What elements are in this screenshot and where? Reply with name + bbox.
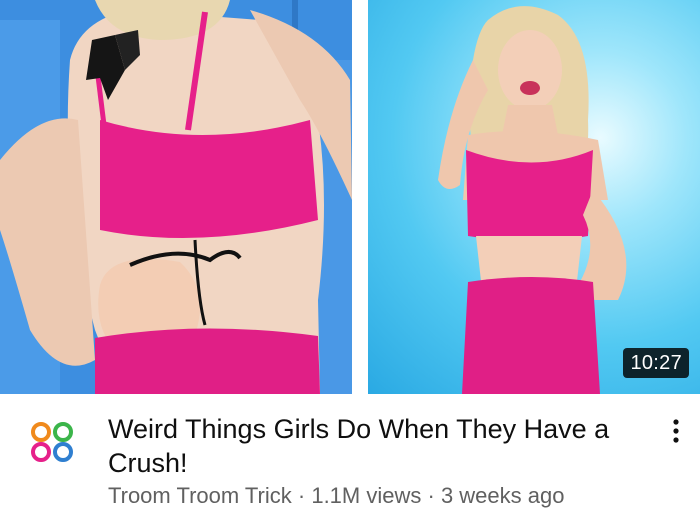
view-count: 1.1M views (311, 483, 422, 508)
video-title[interactable]: Weird Things Girls Do When They Have a C… (108, 412, 638, 480)
channel-name[interactable]: Troom Troom Trick (108, 483, 292, 508)
channel-logo-icon[interactable] (30, 422, 76, 462)
video-thumbnail[interactable]: 10:27 (0, 0, 700, 394)
more-vert-icon[interactable] (664, 416, 688, 446)
video-card[interactable]: 10:27 Weird Things Girls Do When They Ha… (0, 0, 700, 528)
separator: · (421, 483, 441, 508)
right-illustration (438, 6, 627, 394)
left-illustration (0, 0, 352, 394)
thumbnail-right-panel (368, 0, 700, 394)
video-details: Weird Things Girls Do When They Have a C… (0, 394, 700, 528)
video-subline: Troom Troom Trick · 1.1M views · 3 weeks… (108, 483, 668, 509)
duration-badge: 10:27 (623, 348, 689, 378)
thumbnail-left-panel (0, 0, 352, 394)
separator: · (291, 483, 312, 508)
upload-age: 3 weeks ago (440, 483, 565, 508)
